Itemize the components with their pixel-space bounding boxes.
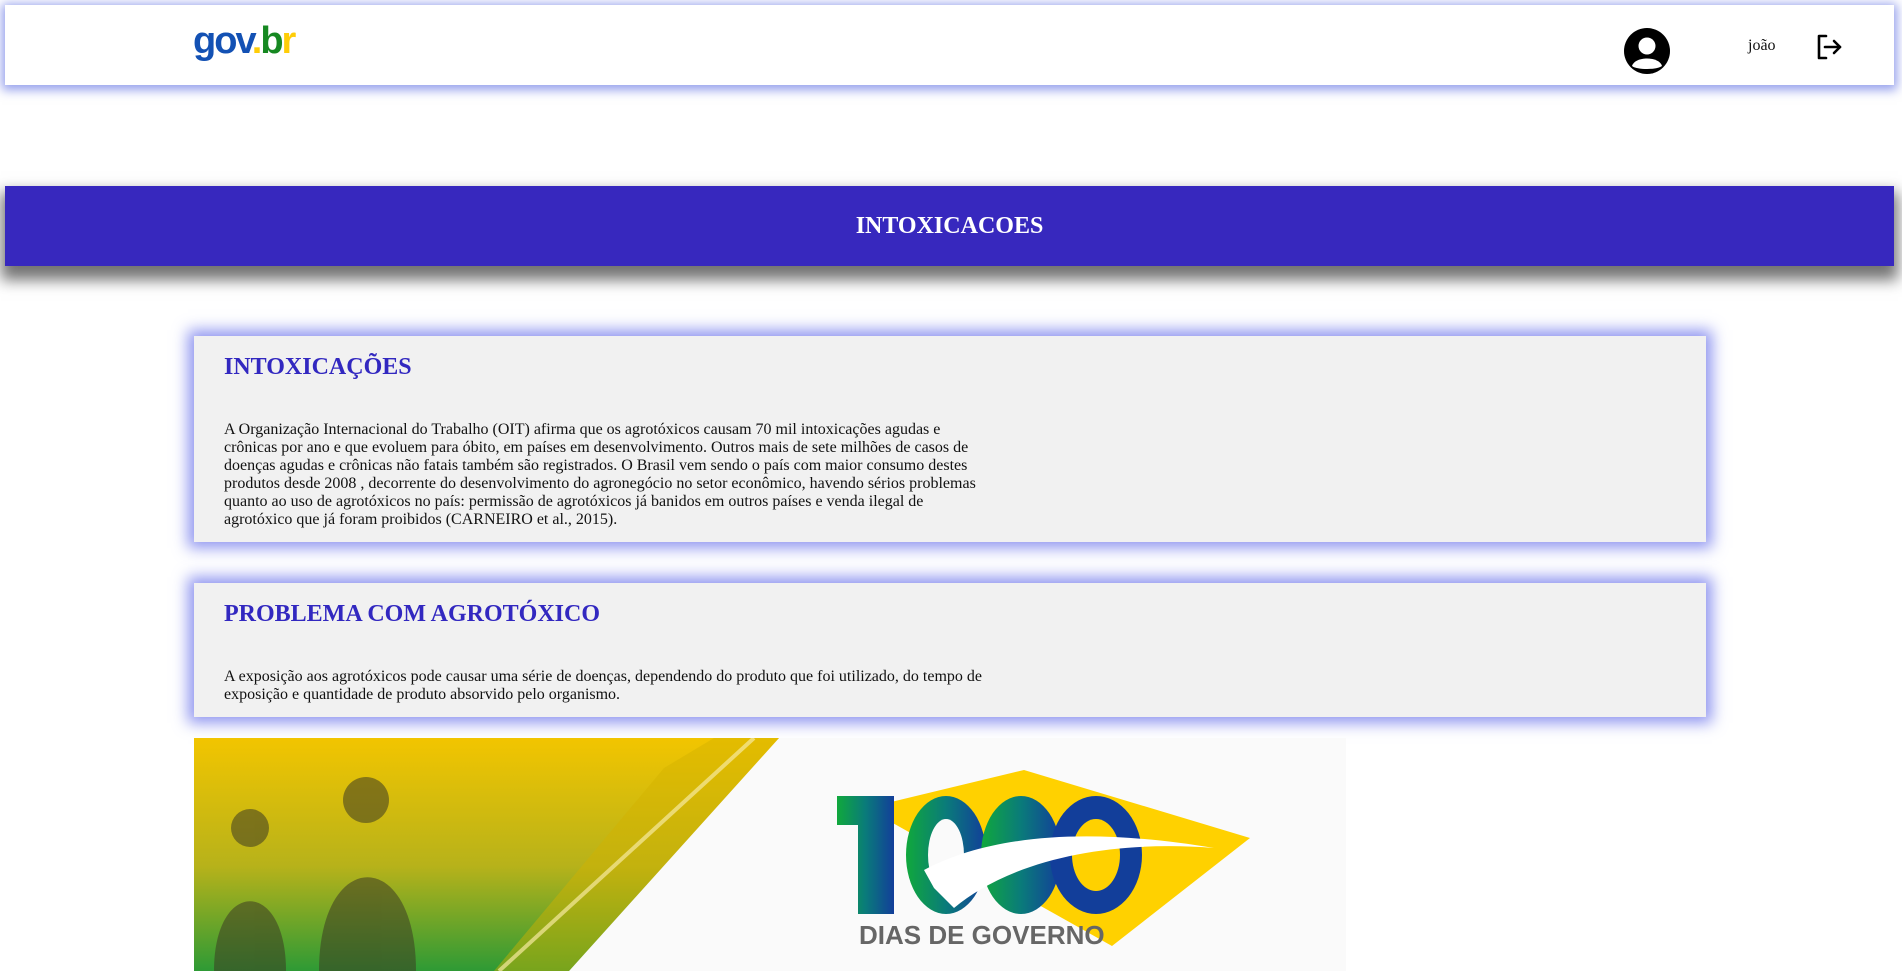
info-card: INTOXICAÇÕES A Organização Internacional… [194, 336, 1706, 542]
card-text: A exposição aos agrotóxicos pode causar … [224, 668, 982, 703]
card-title: INTOXICAÇÕES [224, 354, 412, 380]
page-banner: INTOXICACOES [5, 186, 1894, 266]
user-avatar-icon[interactable] [1623, 27, 1671, 75]
info-card: PROBLEMA COM AGROTÓXICO A exposição aos … [194, 583, 1706, 717]
logout-icon[interactable] [1815, 33, 1843, 61]
card-title: PROBLEMA COM AGROTÓXICO [224, 601, 601, 627]
gov-br-logo[interactable]: gov.br [193, 22, 296, 60]
card-text: A Organização Internacional do Trabalho … [224, 421, 976, 528]
promo-banner-image: DIAS DE GOVERNO [194, 738, 1346, 971]
page-title: INTOXICACOES [855, 212, 1044, 239]
top-header: gov.br joão [5, 5, 1894, 85]
promo-caption: DIAS DE GOVERNO [859, 920, 1105, 950]
username-label[interactable]: joão [1748, 37, 1776, 55]
